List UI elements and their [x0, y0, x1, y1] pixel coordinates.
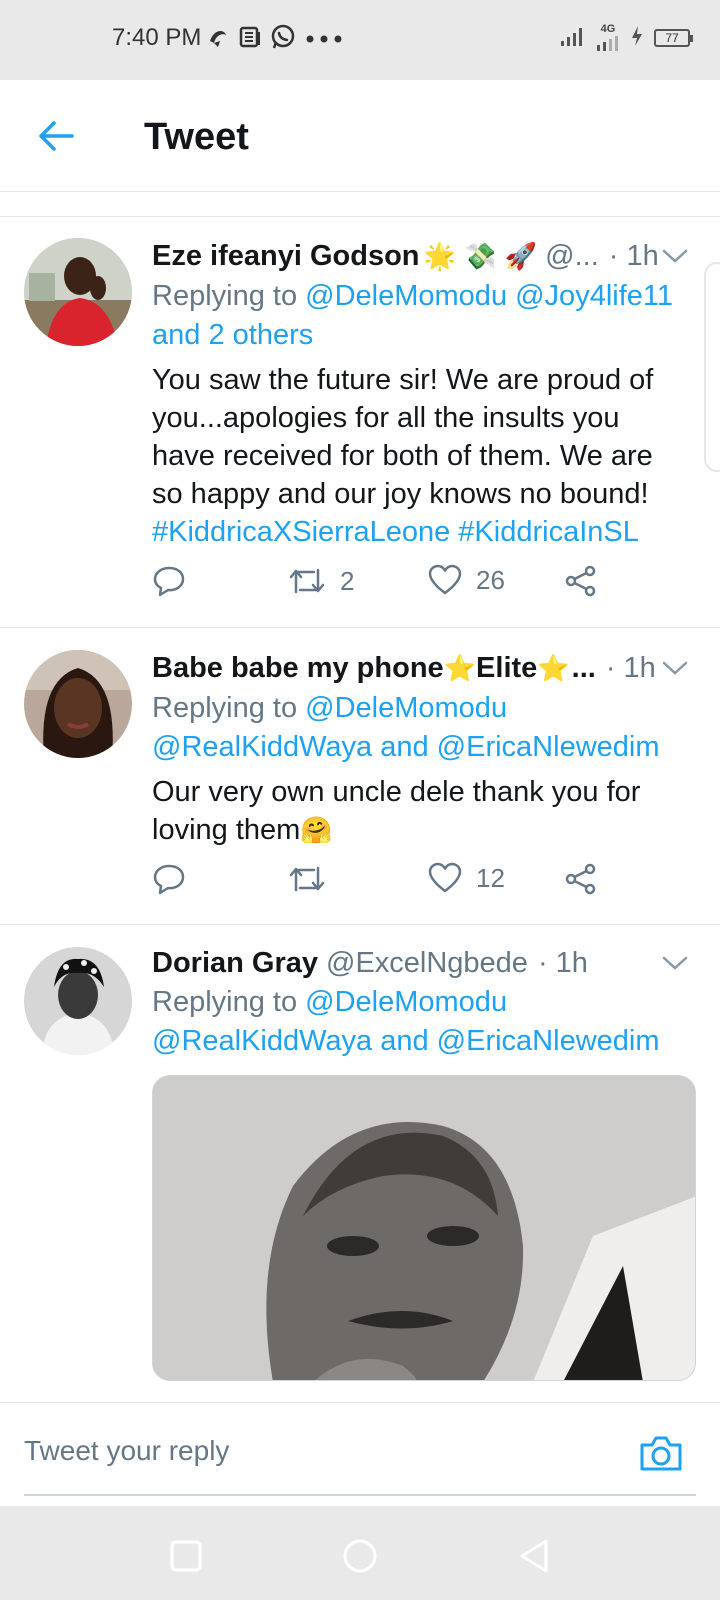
chevron-down-icon[interactable]	[662, 658, 688, 678]
network-label: 4G	[600, 23, 616, 35]
avatar[interactable]	[24, 650, 132, 758]
notification-icons	[206, 24, 344, 55]
display-name-mid[interactable]: Elite	[476, 648, 537, 688]
replying-to: Replying to @DeleMomodu @RealKiddWaya an…	[152, 689, 688, 767]
timestamp: · 1h	[537, 947, 588, 979]
name-emoji: 🌟 💸 🚀	[423, 242, 538, 272]
tweet-text-body: Our very own uncle dele thank you for lo…	[152, 776, 641, 846]
reply-composer: Tweet your reply	[0, 1402, 720, 1506]
tweet-header: Dorian Gray @ExcelNgbede · 1h	[152, 943, 688, 983]
status-right: 4G 77	[560, 24, 693, 51]
battery-icon: 77	[654, 28, 693, 47]
chevron-down-icon[interactable]	[662, 953, 688, 973]
hashtags[interactable]: #KiddricaXSierraLeone #KiddricaInSL	[152, 516, 639, 548]
back-nav-icon[interactable]	[514, 1536, 554, 1576]
share-button[interactable]	[564, 564, 598, 598]
page-title: Tweet	[144, 116, 249, 158]
like-count: 26	[476, 564, 505, 595]
chevron-down-icon[interactable]	[662, 246, 688, 266]
replying-mention[interactable]: @DeleMomodu	[305, 692, 507, 724]
replying-label: Replying to	[152, 280, 306, 312]
status-bar: 7:40 PM 4G 77	[0, 0, 720, 80]
back-arrow-icon	[39, 121, 74, 151]
display-name[interactable]: Eze ifeanyi Godson	[152, 236, 420, 276]
hug-emoji: 🤗	[300, 816, 333, 846]
replying-mention[interactable]: @DeleMomodu	[305, 986, 507, 1018]
reply-input[interactable]: Tweet your reply	[24, 1435, 229, 1467]
tweet-item[interactable]: Dorian Gray @ExcelNgbede · 1h Replying t…	[0, 925, 720, 1402]
system-nav-bar	[0, 1506, 720, 1600]
network-type-icon: 4G	[596, 24, 620, 51]
reply-button[interactable]	[152, 564, 186, 598]
recent-apps-icon[interactable]	[166, 1536, 206, 1576]
tweet-text-body: You saw the future sir! We are proud of …	[152, 364, 654, 510]
tweet-actions: 12	[152, 862, 632, 898]
news-icon	[238, 25, 262, 54]
cell-signal-icon	[560, 25, 586, 50]
name-ellipsis: ...	[571, 652, 596, 684]
replying-label: Replying to	[152, 986, 306, 1018]
tweet-content: Babe babe my phone ⭐ Elite ⭐ ... · 1h Re…	[152, 648, 688, 850]
camera-icon[interactable]	[638, 1433, 684, 1473]
more-dots-icon	[304, 25, 344, 54]
retweet-button[interactable]	[288, 862, 340, 896]
home-icon[interactable]	[340, 1536, 380, 1576]
display-name[interactable]: Babe babe my phone	[152, 648, 444, 688]
replying-label: Replying to	[152, 692, 306, 724]
charging-icon	[630, 25, 644, 50]
like-count: 12	[476, 862, 505, 893]
replies-feed[interactable]: Eze ifeanyi Godson 🌟 💸 🚀 @... · 1h Reply…	[0, 192, 720, 1402]
replying-mentions[interactable]: @RealKiddWaya and @EricaNlewedim	[152, 1025, 660, 1057]
status-time: 7:40 PM	[112, 24, 202, 51]
tweet-item[interactable]: Babe babe my phone ⭐ Elite ⭐ ... · 1h Re…	[0, 628, 720, 925]
input-underline	[24, 1494, 696, 1496]
back-button[interactable]	[34, 114, 78, 158]
tweet-image[interactable]	[152, 1075, 696, 1381]
username[interactable]: @ExcelNgbede	[326, 943, 528, 983]
tweet-item[interactable]: Eze ifeanyi Godson 🌟 💸 🚀 @... · 1h Reply…	[0, 216, 720, 628]
avatar[interactable]	[24, 238, 132, 346]
heart-icon	[428, 862, 462, 893]
comment-icon	[153, 864, 185, 895]
timestamp: · 1h	[605, 652, 656, 684]
timestamp: · 1h	[608, 240, 659, 272]
avatar[interactable]	[24, 947, 132, 1055]
tweet-actions: 2 26	[152, 564, 632, 600]
replying-to: Replying to @DeleMomodu @RealKiddWaya an…	[152, 983, 688, 1061]
tweet-text: Our very own uncle dele thank you for lo…	[152, 773, 688, 850]
share-button[interactable]	[564, 862, 598, 896]
tweet-header: Babe babe my phone ⭐ Elite ⭐ ... · 1h	[152, 648, 688, 689]
retweet-icon	[289, 866, 325, 892]
username[interactable]: @...	[545, 236, 599, 276]
app-header: Tweet	[0, 80, 720, 192]
display-name[interactable]: Dorian Gray	[152, 943, 318, 983]
star-emoji: ⭐	[537, 654, 570, 684]
signal-app-icon	[206, 25, 230, 54]
star-emoji: ⭐	[443, 654, 477, 684]
share-icon	[565, 863, 596, 895]
reply-button[interactable]	[152, 862, 186, 896]
like-button[interactable]: 26	[428, 564, 505, 596]
tweet-content: Eze ifeanyi Godson 🌟 💸 🚀 @... · 1h Reply…	[152, 236, 688, 551]
replying-to: Replying to @DeleMomodu @Joy4life11 and …	[152, 277, 688, 355]
retweet-button[interactable]: 2	[288, 564, 354, 598]
replying-mentions[interactable]: @RealKiddWaya and @EricaNlewedim	[152, 731, 660, 763]
comment-icon	[153, 566, 185, 597]
retweet-count: 2	[340, 565, 355, 596]
retweet-icon	[289, 568, 325, 594]
like-button[interactable]: 12	[428, 862, 505, 894]
share-icon	[565, 565, 596, 597]
tweet-text: You saw the future sir! We are proud of …	[152, 361, 688, 551]
tweet-content: Dorian Gray @ExcelNgbede · 1h Replying t…	[152, 943, 688, 1061]
whatsapp-icon	[270, 24, 296, 55]
tweet-header: Eze ifeanyi Godson 🌟 💸 🚀 @... · 1h	[152, 236, 688, 277]
heart-icon	[428, 564, 462, 595]
